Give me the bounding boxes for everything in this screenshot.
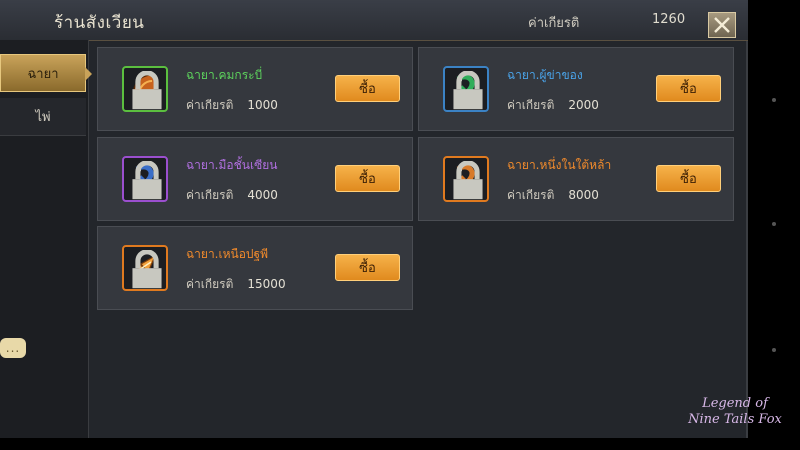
item-cost: ค่าเกียรติ 1000 — [186, 96, 278, 115]
item-card: ฉายา.มือชั้นเซียน ค่าเกียรติ 4000 ซื้อ — [97, 137, 413, 221]
item-name: ฉายา.หนึ่งในใต้หล้า — [507, 158, 612, 172]
item-icon-frame — [443, 66, 489, 112]
buy-button[interactable]: ซื้อ — [656, 165, 721, 192]
item-icon-frame — [122, 156, 168, 202]
lock-icon — [453, 71, 483, 110]
category-sidebar: ฉายา ไพ่ — [0, 40, 92, 438]
tab-cards[interactable]: ไพ่ — [0, 98, 86, 136]
honor-value: 1260 — [652, 12, 686, 27]
game-logo: Legend of Nine Tails Fox — [676, 396, 794, 446]
cost-label: ค่าเกียรติ — [186, 98, 234, 112]
cost-value: 2000 — [568, 98, 599, 112]
honor-label: ค่าเกียรติ — [528, 16, 580, 31]
buy-button[interactable]: ซื้อ — [335, 165, 400, 192]
chat-button[interactable]: ... — [0, 338, 26, 358]
cost-value: 8000 — [568, 188, 599, 202]
close-icon — [714, 17, 730, 33]
title-bar: ร้านสังเวียน ค่าเกียรติ 1260 — [0, 0, 748, 41]
cost-label: ค่าเกียรติ — [507, 98, 555, 112]
cost-label: ค่าเกียรติ — [507, 188, 555, 202]
lock-icon — [132, 161, 162, 200]
close-button[interactable] — [708, 12, 736, 38]
shop-window: ร้านสังเวียน ค่าเกียรติ 1260 ฉายา ไพ่ ฉา… — [0, 0, 748, 438]
buy-button[interactable]: ซื้อ — [335, 254, 400, 281]
item-icon-frame — [122, 245, 168, 291]
item-cost: ค่าเกียรติ 8000 — [507, 186, 599, 205]
item-icon-frame — [122, 66, 168, 112]
item-card: ฉายา.เหนือปฐพี ค่าเกียรติ 15000 ซื้อ — [97, 226, 413, 310]
item-name: ฉายา.เหนือปฐพี — [186, 247, 269, 261]
cost-value: 1000 — [247, 98, 278, 112]
logo-line-2: Nine Tails Fox — [688, 412, 782, 427]
decor-dot — [772, 98, 776, 102]
decor-dot — [772, 222, 776, 226]
item-name: ฉายา.คมกระบี่ — [186, 68, 263, 82]
item-icon-frame — [443, 156, 489, 202]
item-card: ฉายา.หนึ่งในใต้หล้า ค่าเกียรติ 8000 ซื้อ — [418, 137, 734, 221]
logo-line-1: Legend of — [702, 396, 768, 411]
window-title: ร้านสังเวียน — [54, 13, 145, 33]
cost-label: ค่าเกียรติ — [186, 188, 234, 202]
cost-value: 4000 — [247, 188, 278, 202]
buy-button[interactable]: ซื้อ — [656, 75, 721, 102]
item-cost: ค่าเกียรติ 4000 — [186, 186, 278, 205]
item-card: ฉายา.ผู้ข่าของ ค่าเกียรติ 2000 ซื้อ — [418, 47, 734, 131]
cost-value: 15000 — [247, 277, 286, 291]
item-card: ฉายา.คมกระบี่ ค่าเกียรติ 1000 ซื้อ — [97, 47, 413, 131]
item-name: ฉายา.มือชั้นเซียน — [186, 158, 278, 172]
item-cost: ค่าเกียรติ 2000 — [507, 96, 599, 115]
lock-icon — [453, 161, 483, 200]
item-name: ฉายา.ผู้ข่าของ — [507, 68, 583, 82]
lock-icon — [132, 71, 162, 110]
item-cost: ค่าเกียรติ 15000 — [186, 275, 286, 294]
decor-dot — [772, 348, 776, 352]
lock-icon — [132, 250, 162, 289]
buy-button[interactable]: ซื้อ — [335, 75, 400, 102]
tab-title[interactable]: ฉายา — [0, 54, 92, 92]
cost-label: ค่าเกียรติ — [186, 277, 234, 291]
